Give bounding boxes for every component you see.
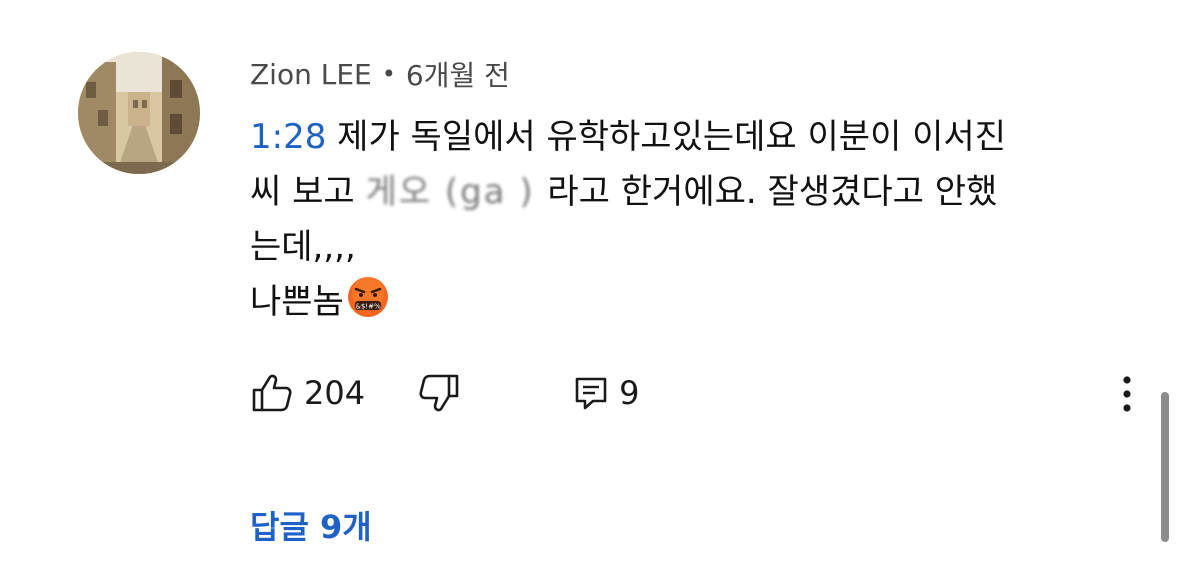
timestamp-link[interactable]: 1:28 <box>250 117 326 157</box>
reply-count: 9 <box>619 374 640 412</box>
thumbs-down-icon <box>419 374 459 412</box>
comment-text-1: 제가 독일에서 유학하고있는데요 이분이 이서진 <box>326 117 1006 157</box>
dislike-button[interactable] <box>417 373 461 413</box>
obscured-text-1: 게오 <box>365 172 433 212</box>
comment-line-1: 1:28 제가 독일에서 유학하고있는데요 이분이 이서진 <box>250 110 1150 165</box>
more-options-button[interactable] <box>1112 372 1142 416</box>
obscured-text-2: (ga ) <box>432 172 548 212</box>
thumbs-up-icon <box>252 374 292 412</box>
view-replies-link[interactable]: 답글 9개 <box>250 502 372 548</box>
comment-line-2: 씨 보고 게오 (ga ) 라고 한거에요. 잘생겼다고 안했 <box>250 165 1150 220</box>
like-count: 204 <box>304 374 366 412</box>
comment-text-2a: 씨 보고 <box>250 172 366 212</box>
comment-text-2b: 라고 한거에요. 잘생겼다고 안했 <box>547 172 998 212</box>
more-vertical-icon <box>1123 376 1131 412</box>
comment-text-4: 나쁜놈 <box>250 282 344 322</box>
separator-dot: • <box>381 60 396 88</box>
comment-time[interactable]: 6개월 전 <box>406 54 510 94</box>
avatar-photo <box>78 52 200 174</box>
angry-cursing-face-icon: &$!#% <box>347 277 388 317</box>
avatar[interactable] <box>78 52 200 174</box>
comment-body: 1:28 제가 독일에서 유학하고있는데요 이분이 이서진 씨 보고 게오 (g… <box>250 110 1150 330</box>
reply-comment-icon <box>575 377 607 410</box>
comment-actions: 204 9 <box>250 368 639 418</box>
comment-line-3: 는데,,,, <box>250 227 356 267</box>
svg-text:&$!#%: &$!#% <box>355 303 381 311</box>
scrollbar-thumb[interactable] <box>1161 392 1169 542</box>
comment-header: Zion LEE • 6개월 전 <box>250 52 510 96</box>
comment-line-4: 나쁜놈 &$!#% <box>250 275 1150 330</box>
author-name[interactable]: Zion LEE <box>250 58 372 91</box>
like-button[interactable]: 204 <box>250 373 365 413</box>
comment-thread: Zion LEE • 6개월 전 1:28 제가 독일에서 유학하고있는데요 이… <box>0 0 1185 574</box>
reply-button[interactable]: 9 <box>573 374 639 412</box>
